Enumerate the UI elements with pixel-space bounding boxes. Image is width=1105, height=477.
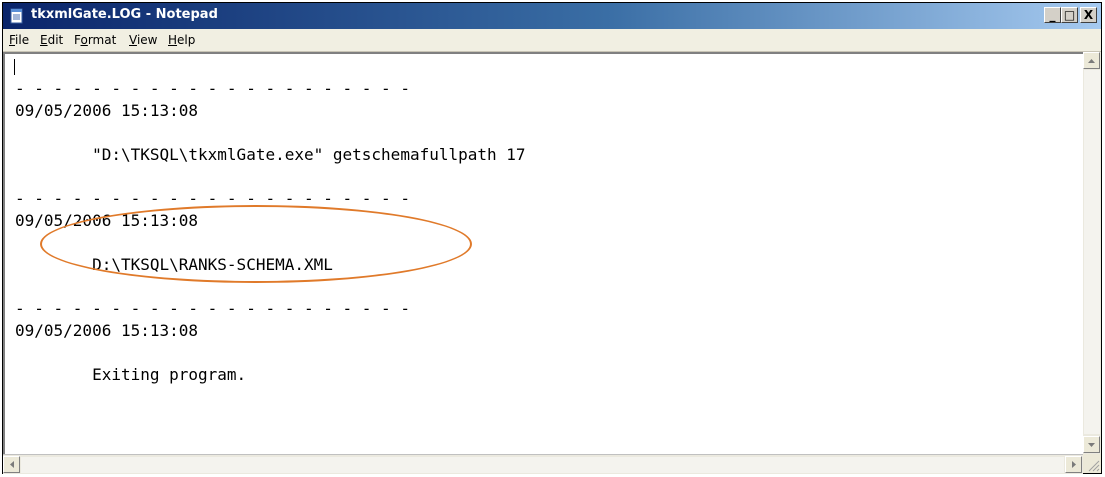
menu-bar: File Edit Format View Help <box>3 29 1101 52</box>
scroll-track[interactable] <box>1084 70 1100 434</box>
horizontal-scrollbar[interactable] <box>3 454 1083 474</box>
hscroll-track[interactable] <box>21 457 1064 473</box>
title-bar[interactable]: tkxmlGate.LOG - Notepad _ □ X <box>3 3 1101 29</box>
scroll-right-button[interactable] <box>1065 456 1082 473</box>
arrow-left-icon <box>10 461 14 468</box>
minimize-button[interactable]: _ <box>1044 7 1061 23</box>
text-editor[interactable]: - - - - - - - - - - - - - - - - - - - - … <box>3 52 1083 454</box>
scroll-up-button[interactable] <box>1083 52 1100 69</box>
maximize-button[interactable]: □ <box>1061 7 1078 23</box>
scroll-down-button[interactable] <box>1083 436 1100 453</box>
notepad-icon <box>10 8 23 24</box>
close-icon: X <box>1083 8 1094 22</box>
menu-edit[interactable]: Edit <box>40 33 63 47</box>
menu-view[interactable]: View <box>129 33 157 47</box>
vertical-scrollbar[interactable] <box>1083 52 1101 454</box>
maximize-icon: □ <box>1063 8 1076 22</box>
menu-file[interactable]: File <box>9 33 29 47</box>
arrow-right-icon <box>1072 461 1076 468</box>
resize-grip[interactable] <box>1083 454 1101 473</box>
arrow-down-icon <box>1088 443 1095 447</box>
notepad-window: tkxmlGate.LOG - Notepad _ □ X File Edit … <box>2 2 1102 474</box>
close-button[interactable]: X <box>1080 7 1097 23</box>
resize-grip-icon <box>1088 460 1100 472</box>
window-title: tkxmlGate.LOG - Notepad <box>31 7 218 22</box>
menu-format[interactable]: Format <box>74 33 116 47</box>
scroll-left-button[interactable] <box>3 456 20 473</box>
arrow-up-icon <box>1088 59 1095 63</box>
menu-help[interactable]: Help <box>168 33 195 47</box>
document-text[interactable]: - - - - - - - - - - - - - - - - - - - - … <box>15 56 526 386</box>
minimize-icon: _ <box>1049 8 1056 22</box>
